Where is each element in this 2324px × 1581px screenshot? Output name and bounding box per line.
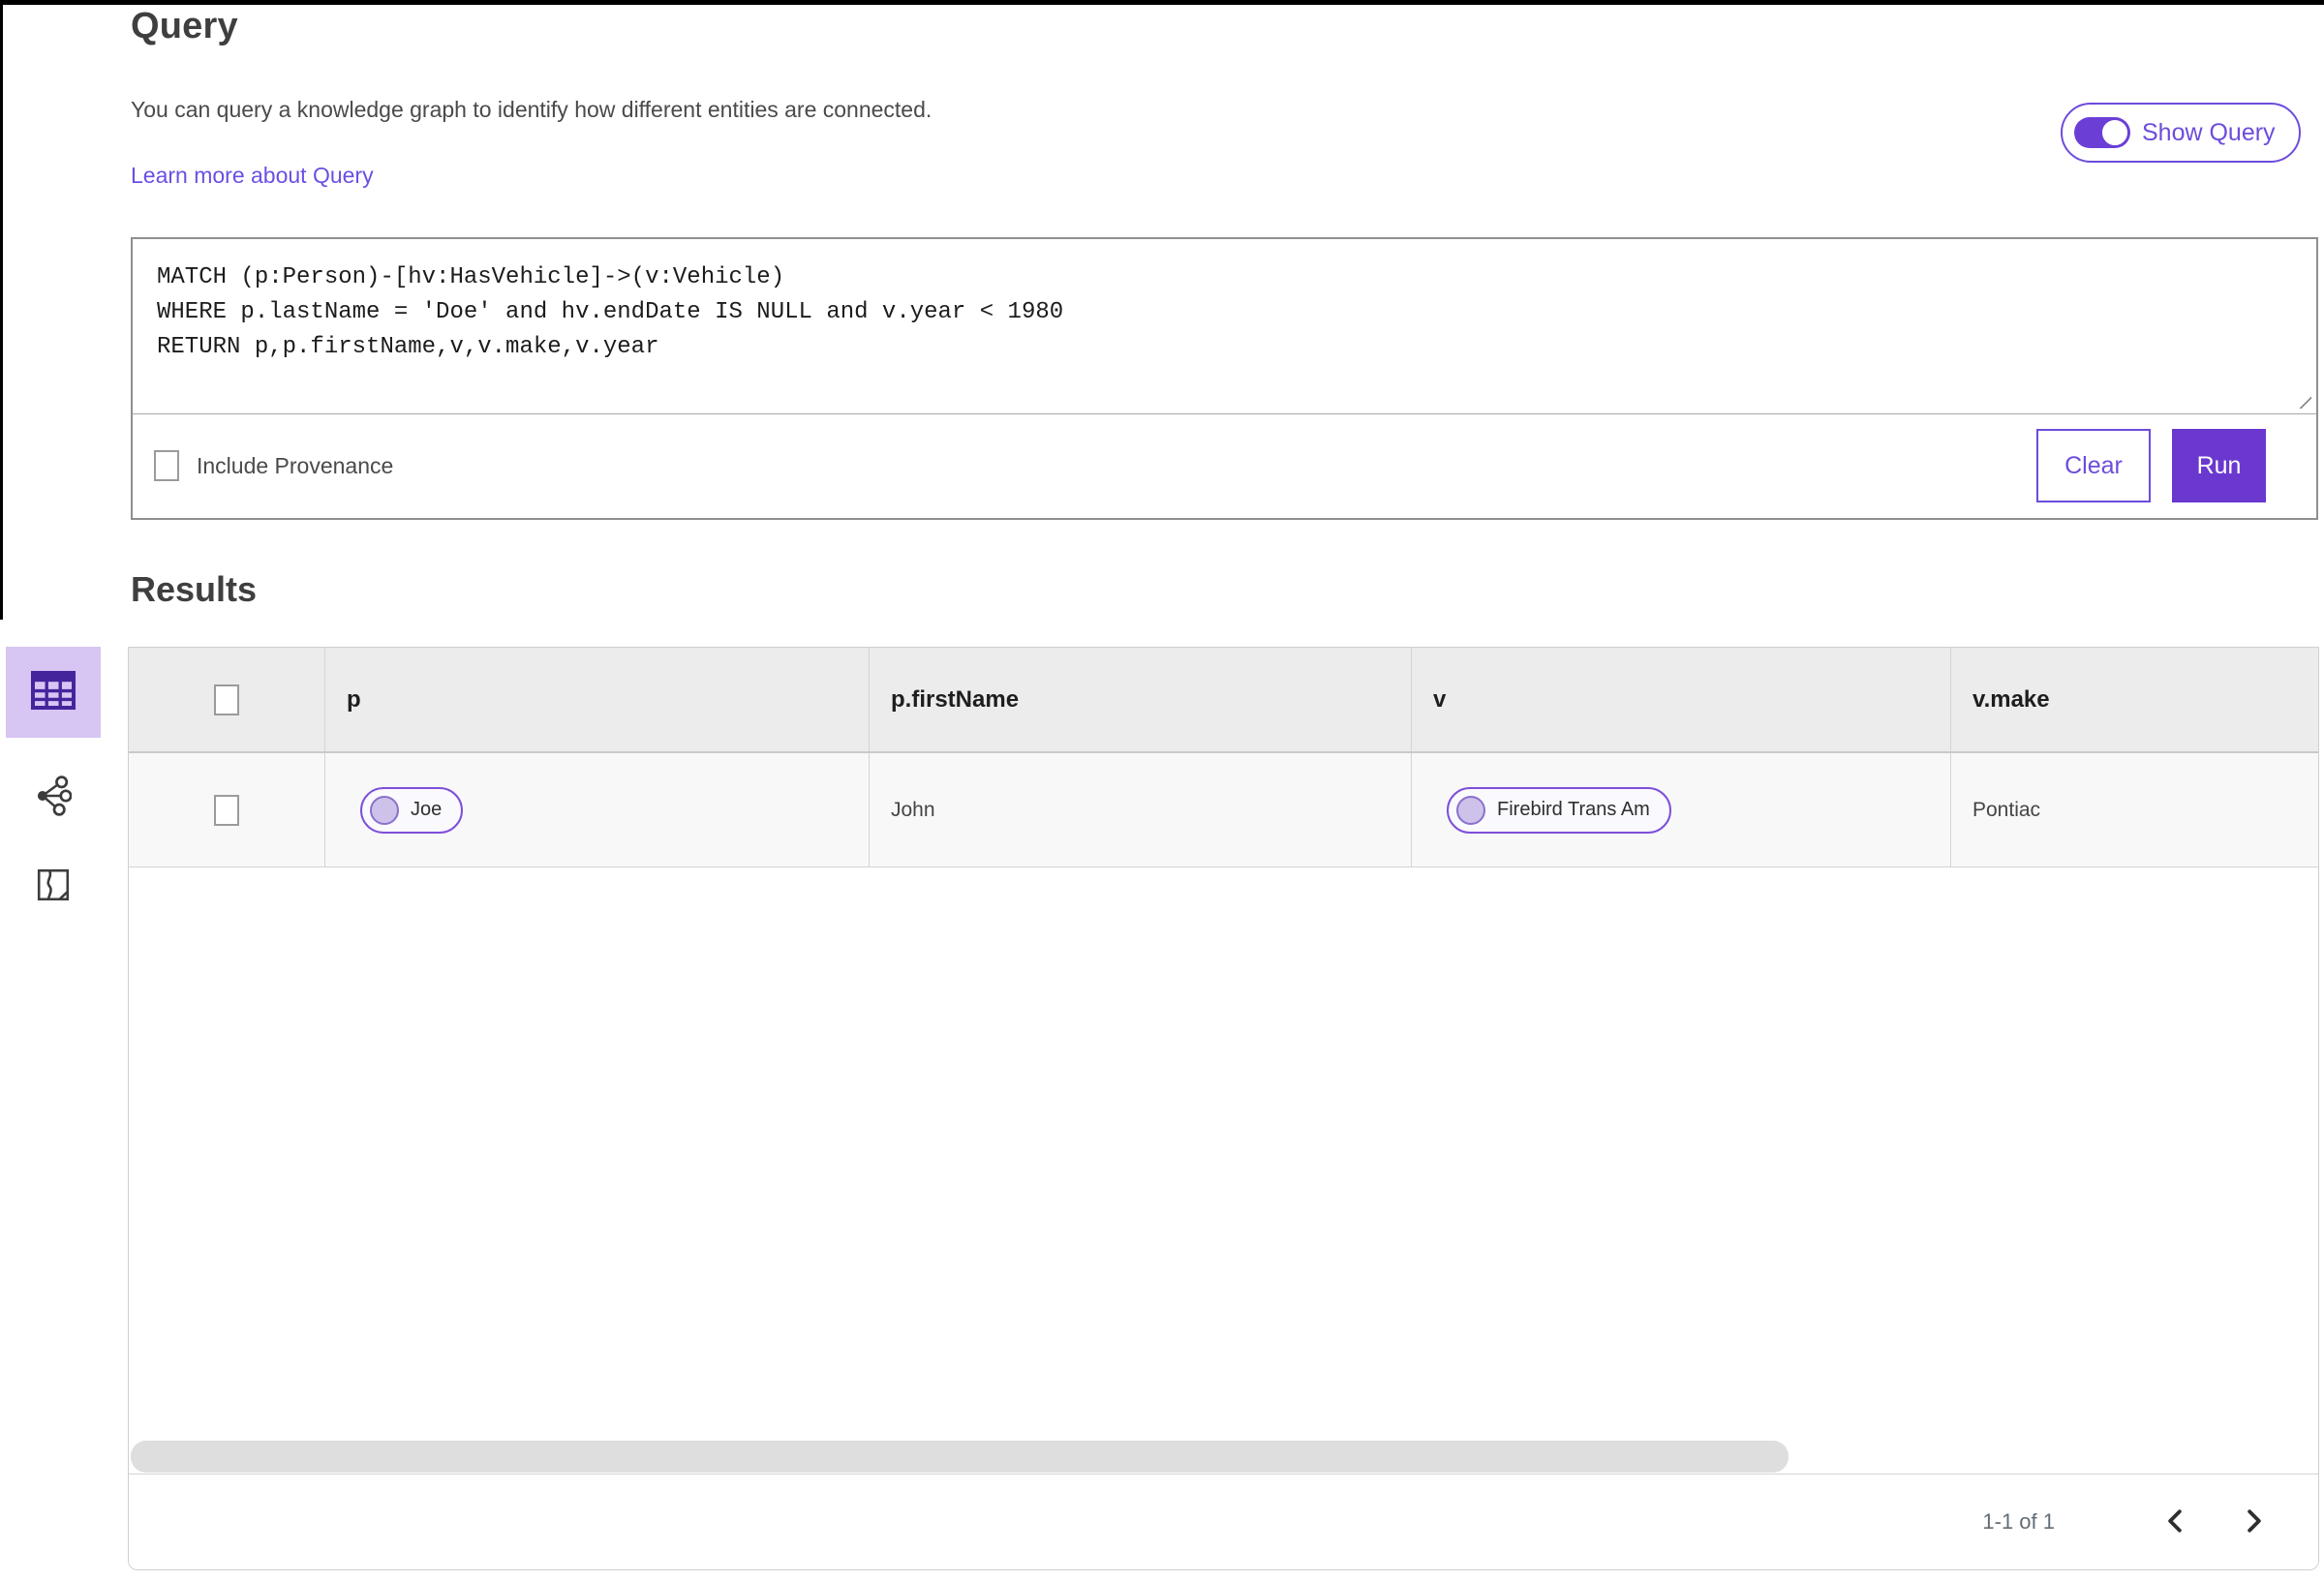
pagination-range-label: 1-1 of 1 <box>1982 1509 2055 1534</box>
window-edge-top <box>0 0 2324 5</box>
horizontal-scrollbar-thumb[interactable] <box>131 1441 1789 1473</box>
cell-v: Firebird Trans Am <box>1412 753 1951 867</box>
results-view-rail <box>6 647 101 916</box>
table-view-button[interactable] <box>6 647 101 738</box>
window-edge-left <box>0 0 3 620</box>
row-select-cell <box>129 753 325 867</box>
table-header-row: p p.firstName v v.make <box>129 648 2318 753</box>
map-view-icon <box>37 867 70 907</box>
show-query-toggle[interactable]: Show Query <box>2061 103 2301 163</box>
show-query-label: Show Query <box>2142 118 2276 146</box>
next-page-button[interactable] <box>2235 1503 2274 1542</box>
row-checkbox[interactable] <box>214 794 239 826</box>
chevron-left-icon <box>2165 1508 2185 1536</box>
query-page: Query You can query a knowledge graph to… <box>0 0 2324 1581</box>
cell-p-firstname: John <box>870 753 1412 867</box>
toggle-knob <box>2101 119 2128 146</box>
include-provenance-checkbox[interactable] <box>154 450 179 481</box>
page-title: Query <box>131 6 238 46</box>
link-chart-view-button[interactable] <box>6 769 101 827</box>
cell-v-make: Pontiac <box>1972 798 2041 821</box>
cell-p: Joe <box>325 753 870 867</box>
column-header-v[interactable]: v <box>1412 648 1951 751</box>
select-all-cell <box>129 648 325 751</box>
column-header-p-firstname[interactable]: p.firstName <box>870 648 1412 751</box>
table-view-icon <box>30 670 76 715</box>
toggle-switch-icon[interactable] <box>2074 117 2130 148</box>
clear-button[interactable]: Clear <box>2036 429 2151 502</box>
column-header-p[interactable]: p <box>325 648 870 751</box>
table-footer: 1-1 of 1 <box>129 1474 2318 1569</box>
query-editor-toolbar: Include Provenance Clear Run <box>133 413 2316 518</box>
map-view-button[interactable] <box>6 858 101 916</box>
entity-chip-vehicle[interactable]: Firebird Trans Am <box>1447 786 1671 834</box>
entity-dot-icon <box>1456 795 1485 825</box>
query-editor-box: MATCH (p:Person)-[hv:HasVehicle]->(v:Veh… <box>131 237 2318 520</box>
run-button[interactable]: Run <box>2172 429 2266 502</box>
previous-page-button[interactable] <box>2156 1503 2194 1542</box>
entity-chip-label: Joe <box>411 799 443 820</box>
column-header-v-make[interactable]: v.make <box>1951 648 2318 751</box>
results-table: p p.firstName v v.make Joe John Firebird… <box>128 647 2319 1570</box>
entity-dot-icon <box>370 795 399 825</box>
select-all-checkbox[interactable] <box>214 684 239 715</box>
table-row: Joe John Firebird Trans Am Pontiac <box>129 753 2318 867</box>
learn-more-link[interactable]: Learn more about Query <box>131 163 374 189</box>
results-heading: Results <box>131 569 258 609</box>
chevron-right-icon <box>2245 1508 2264 1536</box>
link-chart-view-icon <box>35 775 73 821</box>
query-textarea[interactable]: MATCH (p:Person)-[hv:HasVehicle]->(v:Veh… <box>133 239 2316 414</box>
page-description: You can query a knowledge graph to ident… <box>131 97 933 122</box>
include-provenance-label: Include Provenance <box>197 452 394 478</box>
entity-chip-label: Firebird Trans Am <box>1497 799 1650 820</box>
entity-chip-person[interactable]: Joe <box>360 786 464 834</box>
